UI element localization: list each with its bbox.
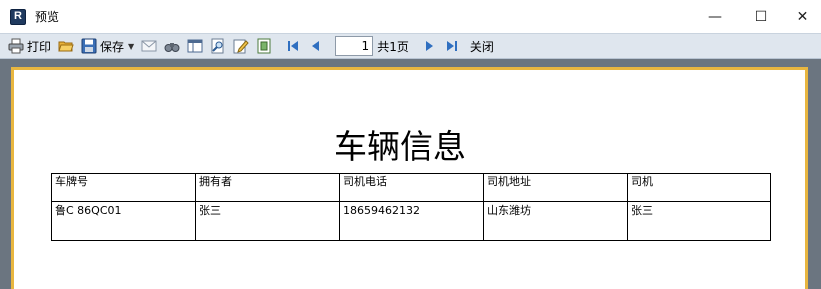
report-title: 车辆信息 — [334, 127, 466, 166]
toolbar: 打印 保存 ▼ 1 共1页 关闭 — [0, 33, 821, 59]
cell-driver-phone: 18659462132 — [339, 201, 484, 241]
cell-driver: 张三 — [627, 201, 771, 241]
column-header-driver-address: 司机地址 — [483, 173, 628, 202]
close-window-button[interactable]: ✕ — [784, 0, 821, 33]
find-button[interactable] — [162, 35, 182, 57]
minimize-button[interactable]: — — [692, 0, 738, 33]
column-header-driver: 司机 — [627, 173, 771, 202]
cell-plate: 鲁C 86QC01 — [51, 201, 196, 241]
report-table: 车牌号 拥有者 司机电话 司机地址 司机 鲁C 86QC01 张三 186594… — [51, 173, 771, 241]
table-row: 鲁C 86QC01 张三 18659462132 山东潍坊 张三 — [51, 201, 771, 241]
column-header-owner: 拥有者 — [195, 173, 340, 202]
print-button[interactable]: 打印 — [6, 35, 53, 57]
cell-driver-address: 山东潍坊 — [483, 201, 628, 241]
page-layout-icon — [187, 39, 203, 53]
page-setup-button[interactable] — [185, 35, 205, 57]
table-header-row: 车牌号 拥有者 司机电话 司机地址 司机 — [51, 173, 771, 202]
floppy-disk-icon — [81, 38, 97, 54]
first-page-button[interactable] — [283, 35, 303, 57]
cell-owner: 张三 — [195, 201, 340, 241]
title-bar: R 预览 — ☐ ✕ — [0, 0, 821, 33]
close-preview-button[interactable]: 关闭 — [465, 35, 496, 57]
email-button[interactable] — [139, 35, 159, 57]
fit-page-icon — [257, 38, 271, 54]
first-page-icon — [288, 41, 299, 51]
app-logo-icon: R — [10, 8, 26, 25]
binoculars-icon — [164, 43, 180, 52]
magnifier-page-icon — [211, 38, 224, 54]
maximize-button[interactable]: ☐ — [738, 0, 784, 33]
folder-open-icon — [58, 41, 74, 52]
page-number-input[interactable]: 1 — [335, 36, 374, 56]
fit-page-button[interactable] — [254, 35, 274, 57]
printer-icon — [8, 38, 24, 54]
edit-button[interactable] — [231, 35, 251, 57]
column-header-driver-phone: 司机电话 — [339, 173, 484, 202]
previous-page-icon — [312, 41, 320, 51]
last-page-button[interactable] — [442, 35, 462, 57]
close-label: 关闭 — [469, 39, 494, 54]
window-title: 预览 — [35, 10, 60, 24]
open-button[interactable] — [56, 35, 76, 57]
envelope-icon — [141, 40, 157, 52]
last-page-icon — [446, 41, 457, 51]
pencil-page-icon — [233, 39, 249, 54]
column-header-plate: 车牌号 — [51, 173, 196, 202]
page-total-label: 共1页 — [377, 39, 409, 54]
chevron-down-icon[interactable]: ▼ — [128, 42, 134, 51]
print-label: 打印 — [27, 39, 52, 54]
zoom-button[interactable] — [208, 35, 228, 57]
next-page-button[interactable] — [419, 35, 439, 57]
next-page-icon — [425, 41, 433, 51]
save-button[interactable]: 保存 ▼ — [79, 35, 136, 57]
previous-page-button[interactable] — [306, 35, 326, 57]
save-label: 保存 — [100, 39, 125, 54]
